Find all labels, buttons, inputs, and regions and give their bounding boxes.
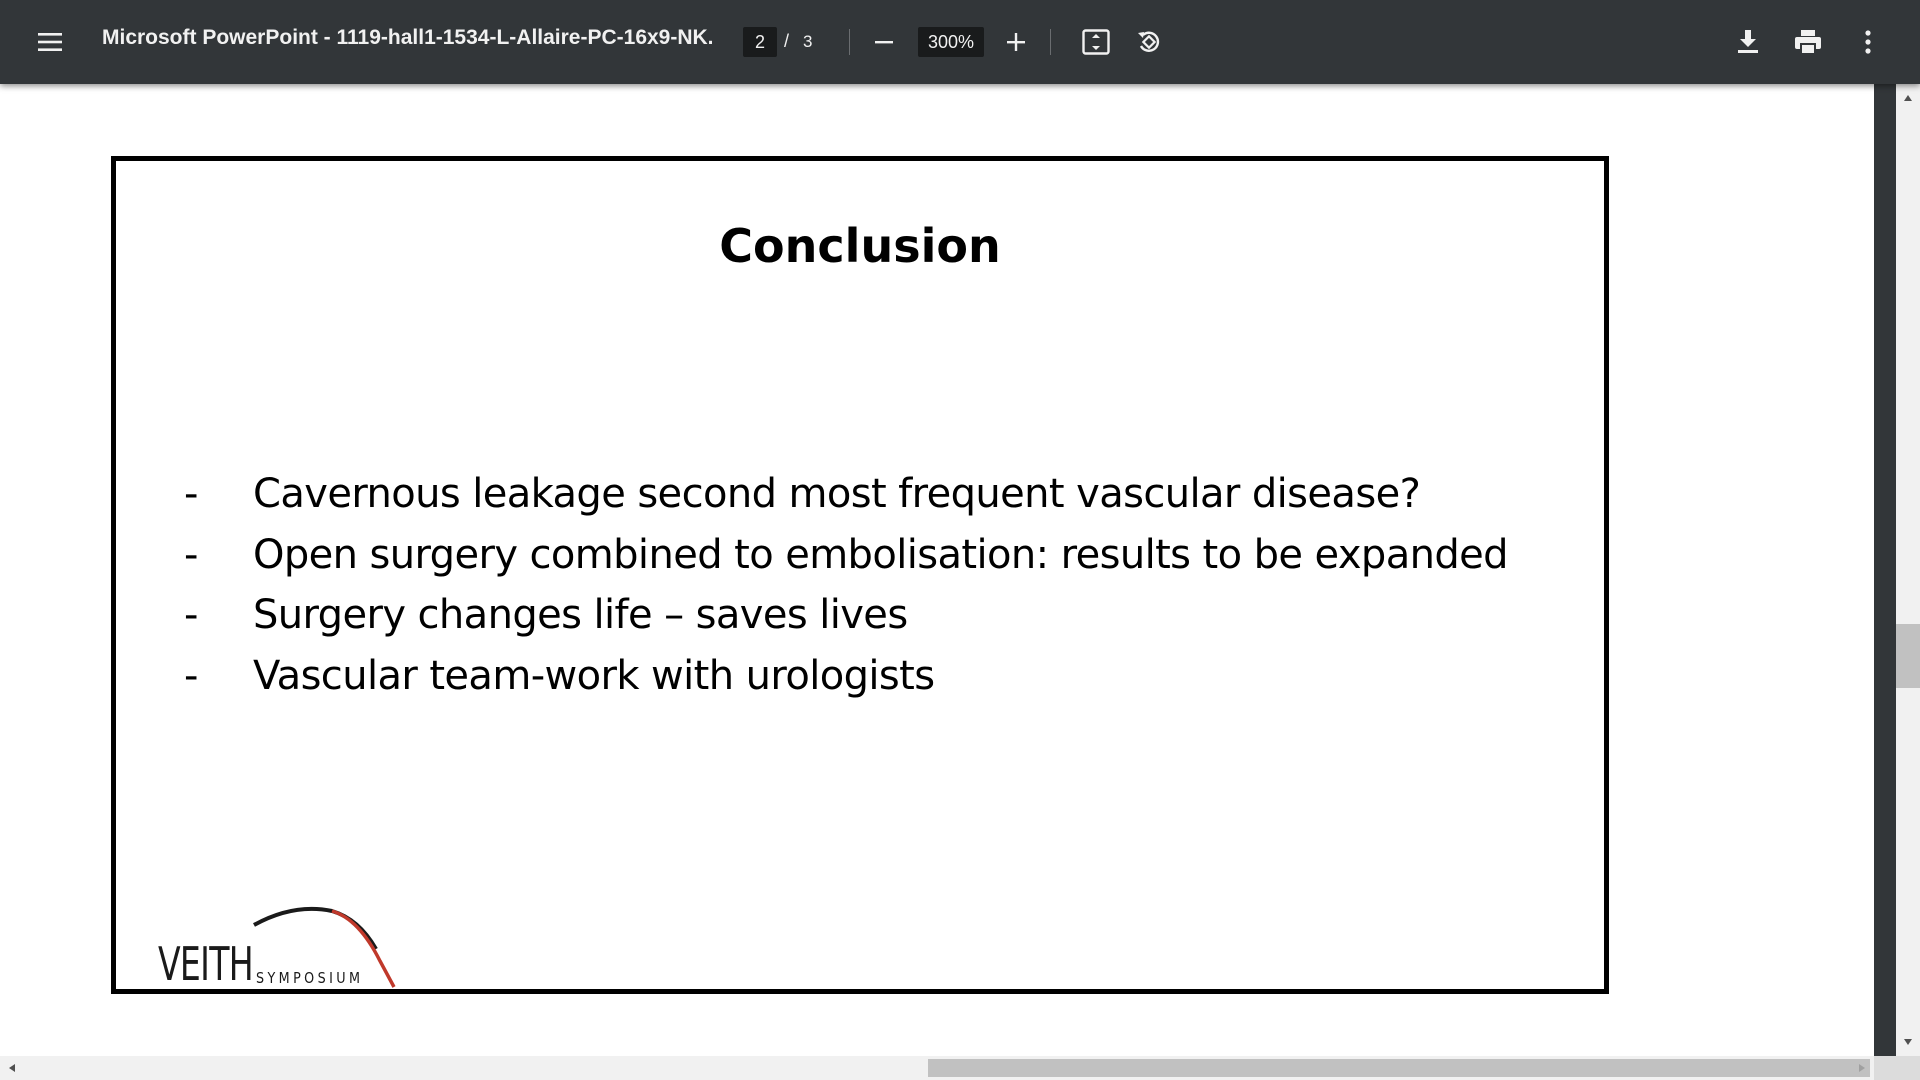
bullet-text: Surgery changes life – saves lives xyxy=(253,592,908,638)
logo-sub-text: SYMPOSIUM xyxy=(256,969,364,987)
veith-symposium-logo: VEITH SYMPOSIUM xyxy=(154,899,414,991)
vertical-scroll-thumb[interactable] xyxy=(1896,624,1920,688)
zoom-in-button[interactable] xyxy=(996,22,1036,62)
toolbar-divider xyxy=(849,29,850,55)
slide-page: Conclusion - Cavernous leakage second mo… xyxy=(111,156,1609,994)
scroll-up-button[interactable] xyxy=(1896,88,1920,108)
plus-icon xyxy=(1007,33,1025,51)
print-icon xyxy=(1795,30,1821,55)
toolbar-divider xyxy=(1050,29,1051,55)
page-total: 3 xyxy=(803,32,813,51)
bullet-text: Open surgery combined to embolisation: r… xyxy=(253,531,1509,578)
scroll-left-button[interactable] xyxy=(2,1058,22,1078)
zoom-input[interactable]: 300% xyxy=(918,27,984,57)
scrollbar-corner xyxy=(1874,1056,1920,1080)
zoom-out-button[interactable] xyxy=(864,22,904,62)
bullet-text: Cavernous leakage second most frequent v… xyxy=(253,471,1421,517)
logo-main-text: VEITH xyxy=(158,937,254,991)
bullet-marker: - xyxy=(184,471,199,517)
bullet-marker: - xyxy=(184,592,199,638)
rotate-button[interactable] xyxy=(1129,22,1169,62)
triangle-down-icon xyxy=(1904,1039,1912,1045)
fit-to-page-button[interactable] xyxy=(1076,22,1116,62)
download-button[interactable] xyxy=(1728,22,1768,62)
page-number-input[interactable]: 2 xyxy=(743,27,777,57)
more-vertical-icon xyxy=(1865,30,1871,54)
more-actions-button[interactable] xyxy=(1848,22,1888,62)
horizontal-scroll-thumb[interactable] xyxy=(928,1059,1870,1077)
bullet-marker: - xyxy=(184,652,199,699)
rotate-counterclockwise-icon xyxy=(1138,31,1160,52)
vertical-scrollbar[interactable] xyxy=(1874,84,1920,1056)
hamburger-menu-icon xyxy=(38,33,62,51)
scrollbar-rail xyxy=(1874,84,1896,1056)
slide-title: Conclusion xyxy=(719,219,1001,273)
document-title: Microsoft PowerPoint - 1119-hall1-1534-L… xyxy=(102,26,712,49)
triangle-up-icon xyxy=(1904,95,1912,101)
download-icon xyxy=(1738,30,1758,53)
page-separator: / xyxy=(784,31,790,51)
bullet-text: Vascular team-work with urologists xyxy=(253,652,935,699)
scroll-down-button[interactable] xyxy=(1896,1032,1920,1052)
menu-button[interactable] xyxy=(30,22,70,62)
pdf-toolbar: Microsoft PowerPoint - 1119-hall1-1534-L… xyxy=(0,0,1920,84)
triangle-right-icon xyxy=(1859,1064,1865,1072)
minus-icon xyxy=(875,41,893,44)
print-button[interactable] xyxy=(1788,22,1828,62)
bullet-marker: - xyxy=(184,531,199,578)
triangle-left-icon xyxy=(9,1064,15,1072)
horizontal-scrollbar[interactable] xyxy=(0,1056,1874,1080)
fit-to-page-icon xyxy=(1082,29,1110,55)
scroll-right-button[interactable] xyxy=(1852,1058,1872,1078)
